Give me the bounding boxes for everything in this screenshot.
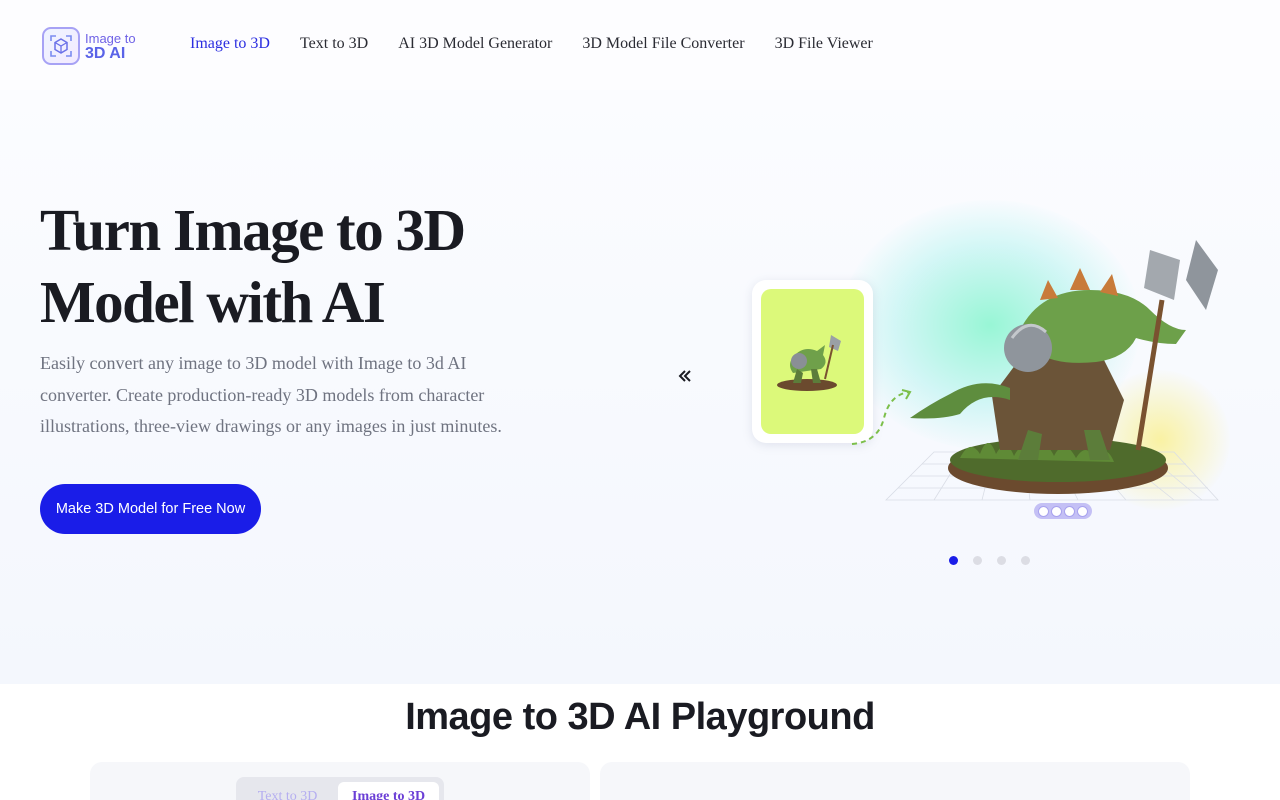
nav-item-text-to-3d[interactable]: Text to 3D [300,34,368,54]
make-3d-model-button[interactable]: Make 3D Model for Free Now [40,484,261,534]
playground-mode-tabs: Text to 3D Image to 3D [236,777,444,800]
carousel-dot[interactable] [949,556,958,565]
viewer-settings-button[interactable] [1077,505,1088,517]
main-nav: Image to 3D Text to 3D AI 3D Model Gener… [190,34,903,54]
double-chevron-left-icon [678,370,691,382]
site-header: Image to 3D AI Image to 3D Text to 3D AI… [0,0,1280,90]
nav-item-image-to-3d[interactable]: Image to 3D [190,34,270,54]
hero-section: Turn Image to 3D Model with AI Easily co… [0,90,1280,684]
page: Image to 3D AI Image to 3D Text to 3D AI… [0,0,1280,800]
carousel-dot[interactable] [973,556,982,565]
nav-item-3d-file-viewer[interactable]: 3D File Viewer [775,34,873,54]
nav-item-ai-3d-model-generator[interactable]: AI 3D Model Generator [398,34,552,54]
viewer-wireframe-button[interactable] [1064,505,1075,517]
carousel-prev-button[interactable] [673,364,697,388]
hero-title: Turn Image to 3D Model with AI [40,197,466,335]
carousel-dot[interactable] [997,556,1006,565]
nav-item-3d-model-file-converter[interactable]: 3D Model File Converter [582,34,744,54]
logo-text-line2: 3D AI [85,45,126,62]
logo-text: Image to 3D AI [85,31,136,62]
viewer-texture-button[interactable] [1051,505,1062,517]
cube-logo-icon [42,27,80,65]
carousel-dots [949,556,1045,565]
playground-title: Image to 3D AI Playground [405,696,875,738]
tab-image-to-3d[interactable]: Image to 3D [338,782,439,800]
hero-description: Easily convert any image to 3D model wit… [40,353,502,436]
character-thumbnail-image [776,334,841,391]
playground-output-panel [600,762,1190,800]
logo[interactable]: Image to 3D AI [42,27,142,65]
tab-text-to-3d[interactable]: Text to 3D [241,782,334,800]
carousel-dot[interactable] [1021,556,1030,565]
3d-model-preview [910,240,1218,494]
logo-text-line1: Image to [85,31,136,46]
viewer-toolbar [1034,503,1092,519]
viewer-rotate-button[interactable] [1038,505,1049,517]
